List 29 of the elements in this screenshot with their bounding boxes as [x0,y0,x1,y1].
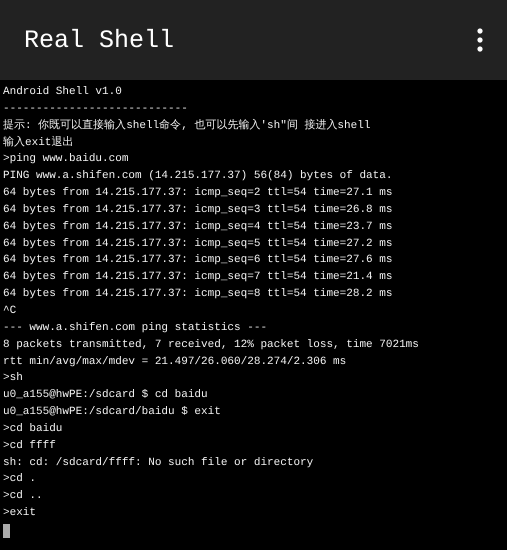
terminal-line: sh: cd: /sdcard/ffff: No such file or directory [3,456,314,471]
terminal-line: PING www.a.shifen.com (14.215.177.37) 56(84) bytes of data. [3,169,394,184]
app-title: Real Shell [24,26,174,54]
terminal-line: rtt min/avg/max/mdev = 21.497/26.060/28.274/2.306 ms [3,354,348,370]
terminal-line: ---------------------------- [3,102,189,117]
terminal-line: --- www.a.shifen.com ping statistics --- [3,320,268,336]
terminal-line: u0_a155@hwPE:/sdcard $ cd baidu [3,388,209,404]
terminal-line: >exit [3,506,38,522]
terminal-line: 8 packets transmitted, 7 received, 12% packet loss, time 7021ms [3,338,420,353]
terminal-line: ^C [3,304,18,319]
terminal-line: >cd . [3,472,38,488]
terminal-line: 64 bytes from 14.215.177.37: icmp_seq=6 ttl=54 time=27.6 ms [3,253,394,268]
text-cursor [3,524,10,538]
terminal-line: 输入exit退出 [3,135,74,151]
terminal-line: Android Shell v1.0 [3,85,123,100]
more-vertical-icon [477,28,483,52]
terminal-line: >cd baidu [3,422,64,437]
terminal-line: 64 bytes from 14.215.177.37: icmp_seq=7 ttl=54 time=21.4 ms [3,270,394,286]
terminal-line: 64 bytes from 14.215.177.37: icmp_seq=8 ttl=54 time=28.2 ms [3,287,394,302]
terminal-line: 64 bytes from 14.215.177.37: icmp_seq=2 ttl=54 time=27.1 ms [3,186,394,202]
terminal-line: 64 bytes from 14.215.177.37: icmp_seq=3 ttl=54 time=26.8 ms [3,202,394,218]
terminal-line: >cd .. [3,489,44,504]
terminal-line: 64 bytes from 14.215.177.37: icmp_seq=4 ttl=54 time=23.7 ms [3,220,394,235]
terminal-line: >sh [3,371,24,386]
terminal-line: 64 bytes from 14.215.177.37: icmp_seq=5 ttl=54 time=27.2 ms [3,236,394,252]
terminal-line: u0_a155@hwPE:/sdcard/baidu $ exit [3,405,222,420]
terminal-line: >ping www.baidu.com [3,152,130,168]
terminal-line: >cd ffff [3,438,57,454]
terminal-line: 提示: 你既可以直接输入shell命令, 也可以先输入'sh"间 接进入shell [3,118,372,134]
